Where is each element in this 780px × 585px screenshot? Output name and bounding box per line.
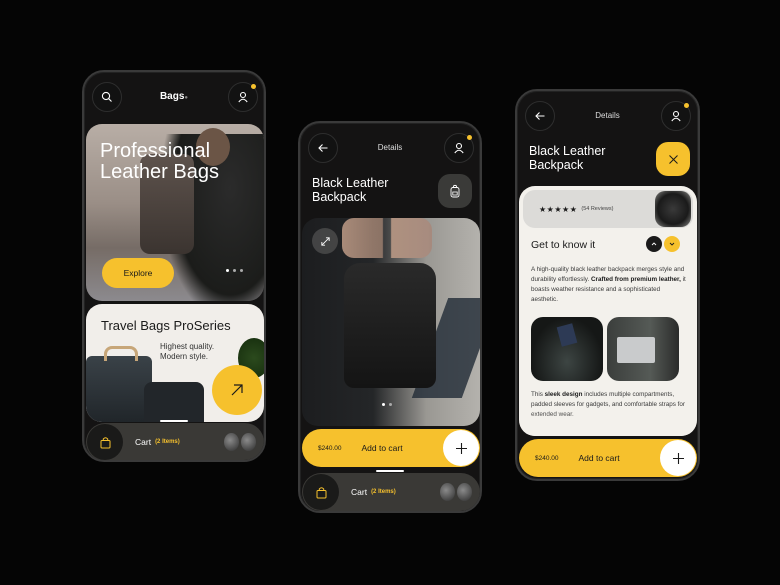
expand-section-button[interactable] (664, 236, 680, 252)
shopping-bag-icon (316, 486, 326, 498)
add-to-cart-label: Add to cart (361, 443, 403, 453)
gallery-image-laptop[interactable] (607, 317, 679, 381)
chevron-up-icon (651, 242, 657, 246)
shopping-bag-icon (100, 436, 110, 448)
product-photo[interactable] (302, 218, 480, 426)
user-icon (454, 142, 464, 154)
promo-photo-briefcase (86, 346, 152, 422)
home-indicator (376, 470, 404, 472)
price: $240.00 (318, 444, 342, 452)
cart-bar[interactable]: Cart (2 Items) (302, 473, 480, 511)
cart-bar[interactable]: Cart (2 Items) (86, 423, 264, 460)
chevron-down-icon (669, 242, 675, 246)
close-icon (668, 154, 678, 164)
backpack-icon (450, 184, 460, 198)
expand-icon (320, 236, 330, 246)
promo-title: Travel Bags ProSeries (101, 318, 231, 333)
add-to-cart-button[interactable] (660, 440, 696, 476)
cart-button[interactable] (87, 424, 123, 460)
hero-title: Professional Leather Bags (100, 140, 219, 183)
user-icon (238, 91, 248, 103)
photo-backpack (344, 263, 436, 388)
cart-button[interactable] (303, 474, 339, 510)
add-to-cart-label: Add to cart (578, 453, 620, 463)
cart-thumb (457, 483, 472, 501)
cart-label: Cart (135, 437, 152, 447)
cart-item-thumbnails (440, 483, 472, 501)
cart-thumb (224, 433, 239, 451)
carousel-dot[interactable] (382, 403, 385, 406)
add-to-cart-bar[interactable]: $240.00 Add to cart (519, 439, 697, 477)
description-paragraph-1: A high-quality black leather backpack me… (531, 266, 686, 303)
promo-card[interactable]: Travel Bags ProSeries Highest quality. M… (86, 304, 264, 422)
details-sheet: ★★★★★ (54 Reviews) Get to know it A high… (519, 186, 697, 436)
rating-card[interactable]: ★★★★★ (54 Reviews) (523, 190, 693, 228)
plus-icon (455, 442, 467, 454)
explore-button[interactable]: Explore (102, 258, 174, 288)
profile-button[interactable] (444, 133, 474, 163)
price: $240.00 (535, 454, 559, 462)
plus-icon (672, 452, 684, 464)
user-icon (671, 110, 681, 122)
profile-button[interactable] (661, 101, 691, 131)
scroll-fade (519, 412, 697, 436)
collapse-button[interactable] (646, 236, 662, 252)
cart-count: (2 Items) (155, 439, 180, 445)
photo-carousel-dots[interactable] (382, 403, 392, 406)
expand-button[interactable] (312, 228, 338, 254)
cart-label: Cart (351, 487, 368, 497)
hero-banner[interactable]: Professional Leather Bags Explore (86, 124, 264, 301)
profile-button[interactable] (228, 82, 258, 112)
hero-carousel-dots[interactable] (226, 269, 243, 272)
home-indicator (160, 420, 188, 422)
arrow-up-right-icon (231, 384, 243, 396)
notification-dot (251, 84, 256, 89)
close-button[interactable] (656, 142, 690, 176)
promo-photo-bag (144, 382, 204, 422)
notification-dot (684, 103, 689, 108)
phone-details-expanded-screen: Details Black Leather Backpack ★★★★★ (54… (515, 89, 700, 481)
cart-count: (2 Items) (371, 489, 396, 495)
add-to-cart-button[interactable] (443, 430, 479, 466)
notification-dot (467, 135, 472, 140)
product-category-button[interactable] (438, 174, 472, 208)
phone-home-screen: Bags● Professional Leather Bags Explore … (82, 70, 266, 462)
cart-thumb (241, 433, 256, 451)
product-name: Black Leather Backpack (312, 176, 389, 204)
title-dot: ● (184, 95, 189, 101)
carousel-dot[interactable] (240, 269, 243, 272)
product-name: Black Leather Backpack (529, 144, 606, 172)
cart-thumb (440, 483, 455, 501)
carousel-dot[interactable] (226, 269, 229, 272)
carousel-dot[interactable] (233, 269, 236, 272)
photo-hands (342, 218, 432, 258)
cart-item-thumbnails (224, 433, 256, 451)
promo-open-button[interactable] (212, 365, 262, 415)
phone-details-screen: Details Black Leather Backpack $240.00 A… (298, 121, 482, 513)
gallery-image-passport[interactable] (531, 317, 603, 381)
promo-subtitle: Highest quality. Modern style. (160, 342, 215, 361)
add-to-cart-bar[interactable]: $240.00 Add to cart (302, 429, 480, 467)
carousel-dot[interactable] (389, 403, 392, 406)
review-count[interactable]: (54 Reviews) (581, 206, 613, 212)
product-thumbnail[interactable] (655, 191, 691, 227)
section-title: Get to know it (531, 239, 596, 251)
rating-stars: ★★★★★ (539, 204, 578, 214)
